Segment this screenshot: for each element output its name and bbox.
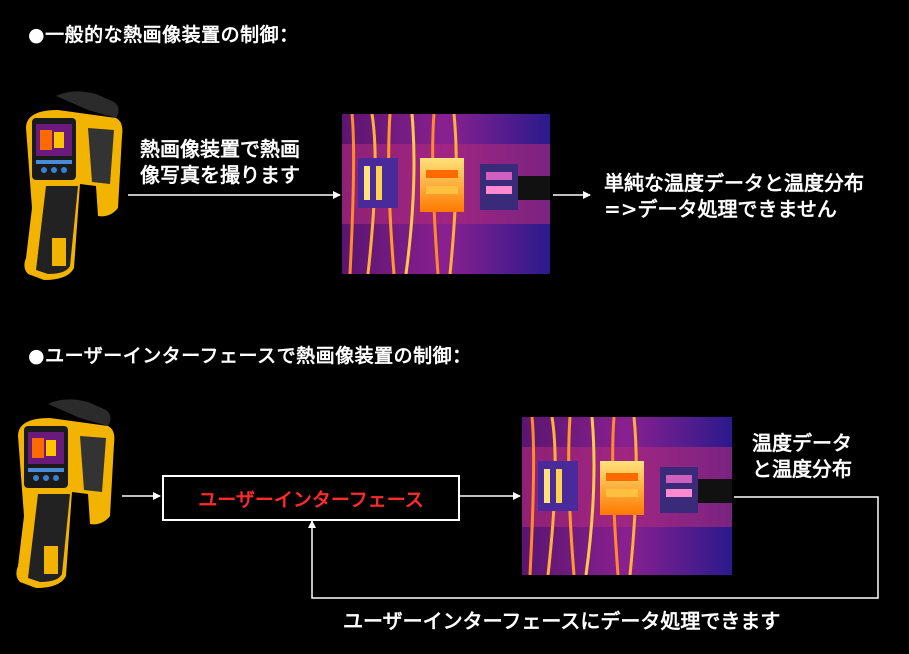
feedback-line xyxy=(308,496,879,599)
connector-lines xyxy=(122,191,879,599)
